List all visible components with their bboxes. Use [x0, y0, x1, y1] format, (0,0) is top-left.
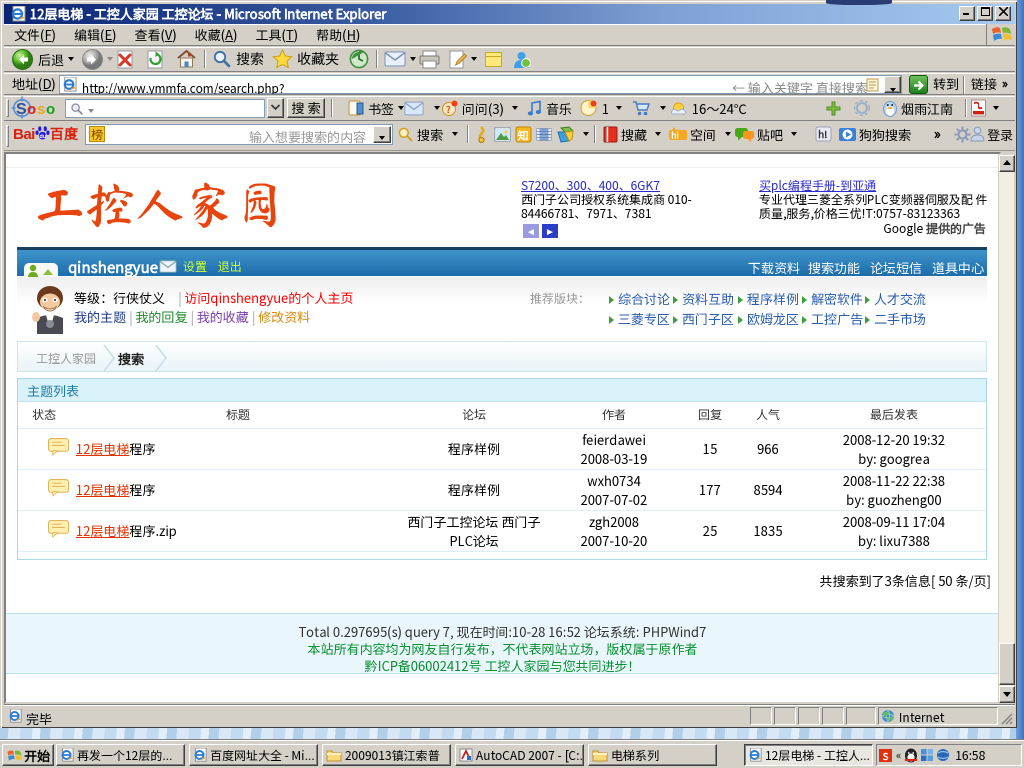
svg-text:o: o	[27, 101, 36, 118]
svg-text:知: 知	[517, 127, 529, 143]
svg-text:s: s	[37, 101, 45, 118]
svg-text:o: o	[46, 101, 55, 118]
svg-text:S: S	[16, 101, 27, 118]
svg-text:du: du	[39, 131, 46, 139]
svg-text:hi: hi	[671, 128, 679, 141]
svg-text:h!: h!	[818, 126, 827, 141]
